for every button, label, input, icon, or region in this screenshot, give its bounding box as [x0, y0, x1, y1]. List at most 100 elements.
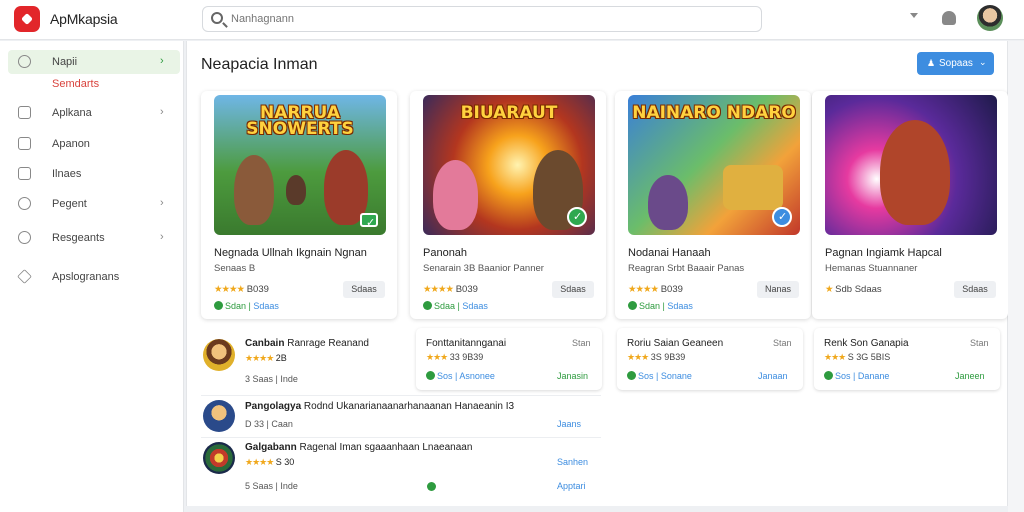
list-title-text: Canbain [245, 338, 285, 349]
game-artwork [825, 95, 997, 235]
app-icon[interactable] [203, 442, 235, 474]
card-tag-button[interactable]: Nanas [757, 281, 799, 298]
rating-stars: ★★★★ [628, 284, 659, 295]
list-item-title[interactable]: Pangolagya Rodnd Ukanarianaanarhanaanan … [245, 401, 514, 412]
list-item-rating: ★★★★ S 30 [245, 457, 294, 468]
rating-value: B039 [660, 284, 683, 295]
search-input[interactable] [231, 11, 751, 27]
footer-link: Sonane [660, 371, 692, 381]
doc-icon [18, 167, 31, 180]
app-logo-icon[interactable] [14, 6, 40, 32]
search-bar[interactable] [202, 6, 762, 32]
sidebar-item-pegent[interactable]: Pegent › [8, 192, 180, 216]
list-item-title[interactable]: Galgabann Ragenal Iman sgaaanhaan Lnaean… [245, 442, 472, 453]
search-icon [211, 12, 223, 24]
sidebar-item-napii[interactable]: Napii › [8, 50, 180, 74]
card-footer: Sdan | Sdaas [214, 301, 279, 311]
sidebar-item-label: Pegent [52, 198, 87, 210]
featured-card[interactable]: BIUARAUT Panonah Senarain 3B Baanior Pan… [410, 91, 606, 319]
globe-icon [18, 231, 31, 244]
avatar[interactable] [977, 5, 1003, 31]
sidebar-item-label: Apslogranans [52, 271, 120, 283]
mini-card-rating: ★★★ 33 9B39 [426, 352, 483, 363]
rating-value: S 30 [275, 457, 295, 467]
footer-link: Asnonee [459, 371, 495, 381]
rating-stars: ★★★★ [423, 284, 454, 295]
mini-card-link[interactable]: Janasin [557, 371, 588, 381]
rating-value: 3S 9B39 [650, 352, 686, 362]
footer-link: Sdaas [253, 301, 279, 311]
artwork-title: NAINARO NDARO [632, 103, 796, 123]
chevron-right-icon: › [160, 106, 164, 118]
chevron-right-icon: › [160, 55, 164, 67]
footer-text: Sos [835, 371, 851, 381]
sidebar-item-aplkana[interactable]: Aplkana › [8, 101, 180, 125]
featured-card[interactable]: NARRUA SNOWERTS Negnada Ullnah Ikgnain N… [201, 91, 397, 319]
rating-stars: ★ [825, 284, 833, 295]
list-item-title[interactable]: Canbain Ranrage Reanand [245, 338, 369, 349]
sidebar-item-resgeants[interactable]: Resgeants › [8, 226, 180, 250]
rating-stars: ★★★★ [214, 284, 245, 295]
footer-text: Sos [437, 371, 453, 381]
featured-card[interactable]: Pagnan Ingiamk Hapcal Hemanas Stuannaner… [812, 91, 1008, 319]
mini-card-link[interactable]: Janeen [955, 371, 985, 381]
rating-value: B039 [455, 284, 478, 295]
app-icon[interactable] [203, 400, 235, 432]
app-icon[interactable] [203, 339, 235, 371]
chevron-down-icon[interactable] [910, 13, 918, 18]
top-bar: ApMkapsia [0, 0, 1024, 40]
card-title: Nodanai Hanaah [628, 247, 711, 259]
footer-text: Sdan [639, 301, 661, 311]
rating-stars: ★★★ [426, 352, 448, 362]
mini-card-link[interactable]: Janaan [758, 371, 788, 381]
rating-value: S 3G 5BIS [847, 352, 891, 362]
rating-stars: ★★★ [824, 352, 846, 362]
list-item-link[interactable]: Apptari [557, 481, 586, 491]
list-item-rating: ★★★★ 2B [245, 353, 287, 364]
card-title: Negnada Ullnah Ikgnain Ngnan [214, 247, 367, 259]
mini-card[interactable]: Renk Son Ganapia Stan ★★★ S 3G 5BIS Sos … [814, 328, 1000, 390]
sidebar-item-apanon[interactable]: Apanon [8, 132, 180, 156]
card-rating: ★ Sdb Sdaas [825, 284, 882, 295]
card-subtitle: Reagran Srbt Baaair Panas [628, 263, 745, 274]
mini-card-title: Renk Son Ganapia [824, 338, 909, 349]
grid-icon [18, 106, 31, 119]
card-tag-button[interactable]: Sdaas [954, 281, 996, 298]
notification-icon[interactable] [942, 11, 956, 25]
sidebar-item-apslogranans[interactable]: Apslogranans [8, 265, 180, 289]
card-title: Pagnan Ingiamk Hapcal [825, 247, 942, 259]
mini-card[interactable]: Fonttanitannganai Stan ★★★ 33 9B39 Sos |… [416, 328, 602, 390]
sidebar-item-label: Napii [52, 56, 78, 68]
card-rating: ★★★★ B039 [628, 284, 683, 295]
card-footer: Sdan | Sdaas [628, 301, 693, 311]
scrollbar[interactable] [1008, 41, 1024, 512]
card-tag-button[interactable]: Sdaas [343, 281, 385, 298]
user-icon: ♟ [927, 58, 936, 68]
card-rating: ★★★★ B039 [214, 284, 269, 295]
button-label: Sopaas [939, 58, 973, 69]
page-title: Neapacia Inman [201, 56, 318, 73]
sidebar-item-ilnaes[interactable]: Ilnaes [8, 162, 180, 186]
featured-card[interactable]: NAINARO NDARO Nodanai Hanaah Reagran Srb… [615, 91, 811, 319]
primary-action-button[interactable]: ♟ Sopaas ⌄ [917, 52, 994, 75]
rating-value: B039 [246, 284, 269, 295]
footer-text: Sdan [225, 301, 247, 311]
circle-icon [18, 55, 31, 68]
footer-text: Sdaa [434, 301, 456, 311]
mini-card-rating: ★★★ 3S 9B39 [627, 352, 685, 363]
sidebar-item-label: Apanon [52, 138, 90, 150]
footer-text: Sos [638, 371, 654, 381]
sidebar-item-semdarts[interactable]: Semdarts [8, 72, 180, 96]
list-item-link[interactable]: Jaans [557, 419, 581, 429]
list-item-link[interactable]: Sanhen [557, 457, 588, 467]
chevron-right-icon: › [160, 231, 164, 243]
mini-card-title: Fonttanitannganai [426, 338, 507, 349]
mini-card-footer: Sos | Sonane [627, 371, 692, 381]
list-item-meta: 5 Saas | Inde [245, 481, 298, 491]
mini-card[interactable]: Roriu Saian Geaneen Stan ★★★ 3S 9B39 Sos… [617, 328, 803, 390]
rating-value: 2B [275, 353, 287, 363]
status-dot-icon [427, 482, 436, 491]
verified-badge-icon [567, 207, 587, 227]
card-tag-button[interactable]: Sdaas [552, 281, 594, 298]
list-extra-text: Ranrage Reanand [287, 338, 369, 349]
